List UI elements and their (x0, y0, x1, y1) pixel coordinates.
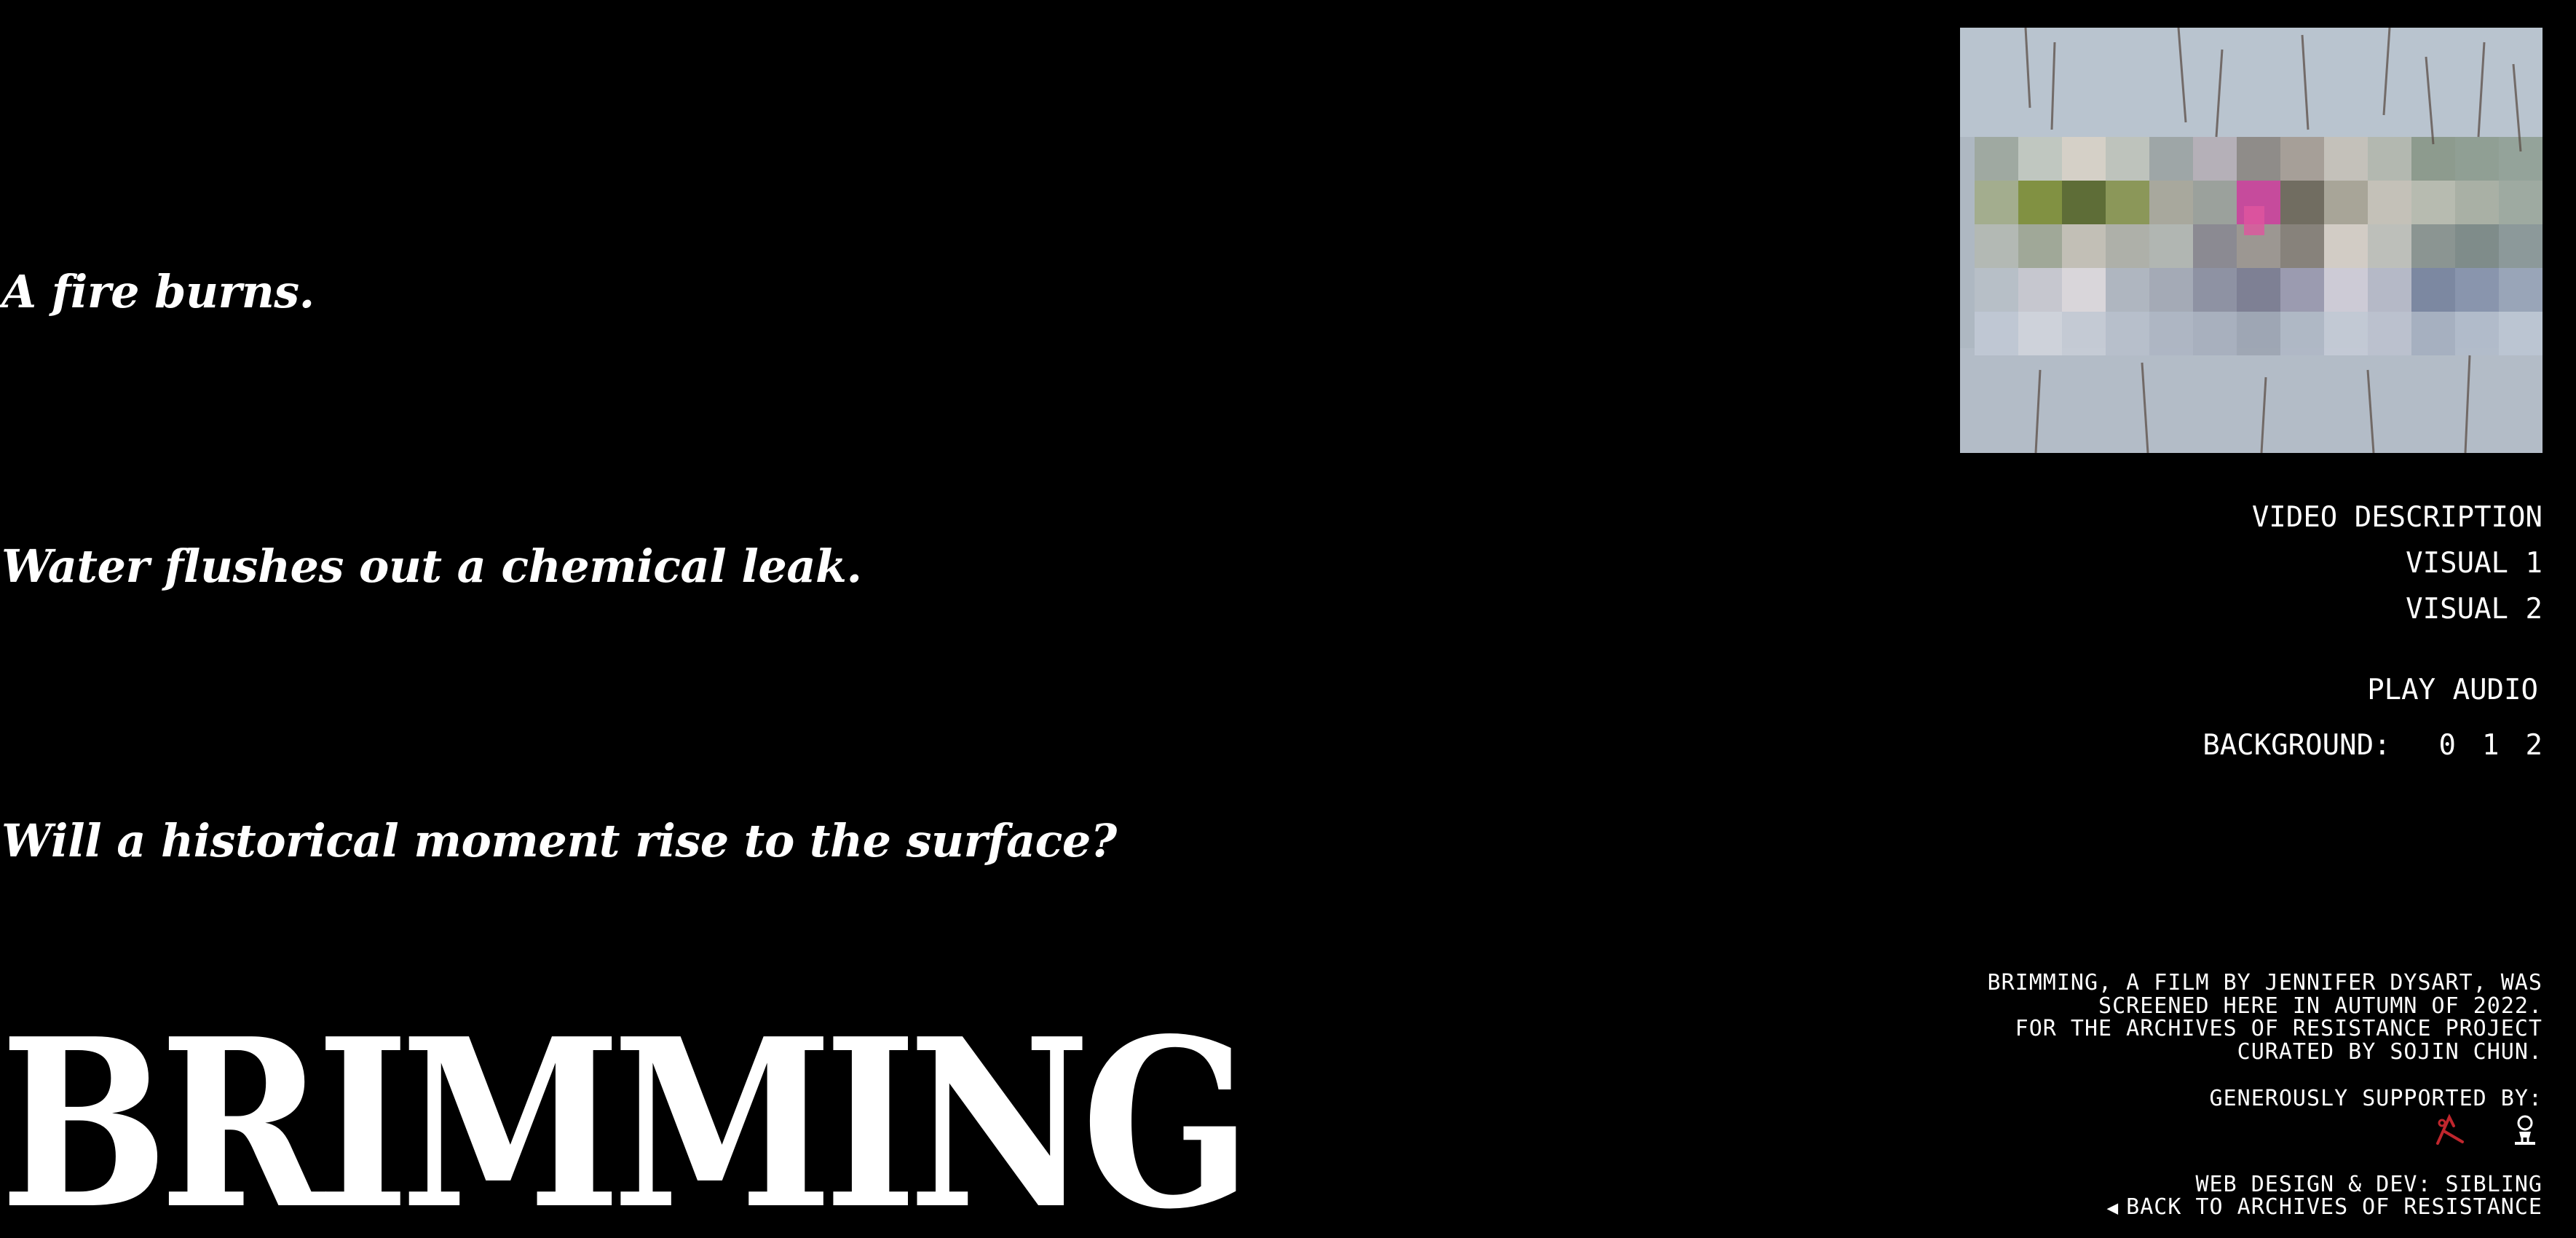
video-description-link[interactable]: VIDEO DESCRIPTION (2252, 501, 2543, 534)
arrow-left-icon: ◀ (2106, 1197, 2119, 1219)
web-design-credit[interactable]: WEB DESIGN & DEV: SIBLING (2195, 1172, 2543, 1197)
visual-1-link[interactable]: VISUAL 1 (2406, 547, 2543, 580)
video-thumbnail[interactable] (1960, 28, 2543, 453)
sponsor-logo-red-icon[interactable] (2432, 1113, 2467, 1148)
background-option-0[interactable]: 0 (2439, 729, 2456, 762)
sponsor-logos (2432, 1113, 2543, 1148)
intro-line-2: Water flushes out a chemical leak. (1, 540, 862, 593)
back-link-label: BACK TO ARCHIVES OF RESISTANCE (2126, 1194, 2543, 1220)
background-option-1[interactable]: 1 (2482, 729, 2499, 762)
back-link[interactable]: ◀ BACK TO ARCHIVES OF RESISTANCE (2106, 1194, 2543, 1220)
background-selector: BACKGROUND: 0 1 2 (2202, 729, 2543, 762)
credits-line: CURATED BY SOJIN CHUN. (2237, 1038, 2543, 1065)
background-label: BACKGROUND: (2202, 729, 2391, 762)
credits-block: BRIMMING, A FILM BY JENNIFER DYSART, WAS… (1988, 971, 2543, 1063)
background-option-2[interactable]: 2 (2526, 729, 2543, 762)
credits-line: BRIMMING, A FILM BY JENNIFER DYSART, WAS (1987, 970, 2543, 995)
intro-line-3: Will a historical moment rise to the sur… (1, 814, 1117, 867)
intro-line-1: A fire burns. (1, 265, 315, 318)
video-still-image (1960, 28, 2543, 453)
supported-by-label: GENEROUSLY SUPPORTED BY: (2209, 1086, 2543, 1111)
sponsor-logo-white-icon[interactable] (2508, 1113, 2543, 1148)
visual-2-link[interactable]: VISUAL 2 (2406, 593, 2543, 626)
credits-line: FOR THE ARCHIVES OF RESISTANCE PROJECT (2015, 1016, 2543, 1041)
page-title: BRIMMING (0, 987, 1252, 1238)
credits-line: SCREENED HERE IN AUTUMN OF 2022. (2098, 993, 2543, 1019)
play-audio-button[interactable]: PLAY AUDIO (2367, 674, 2538, 706)
